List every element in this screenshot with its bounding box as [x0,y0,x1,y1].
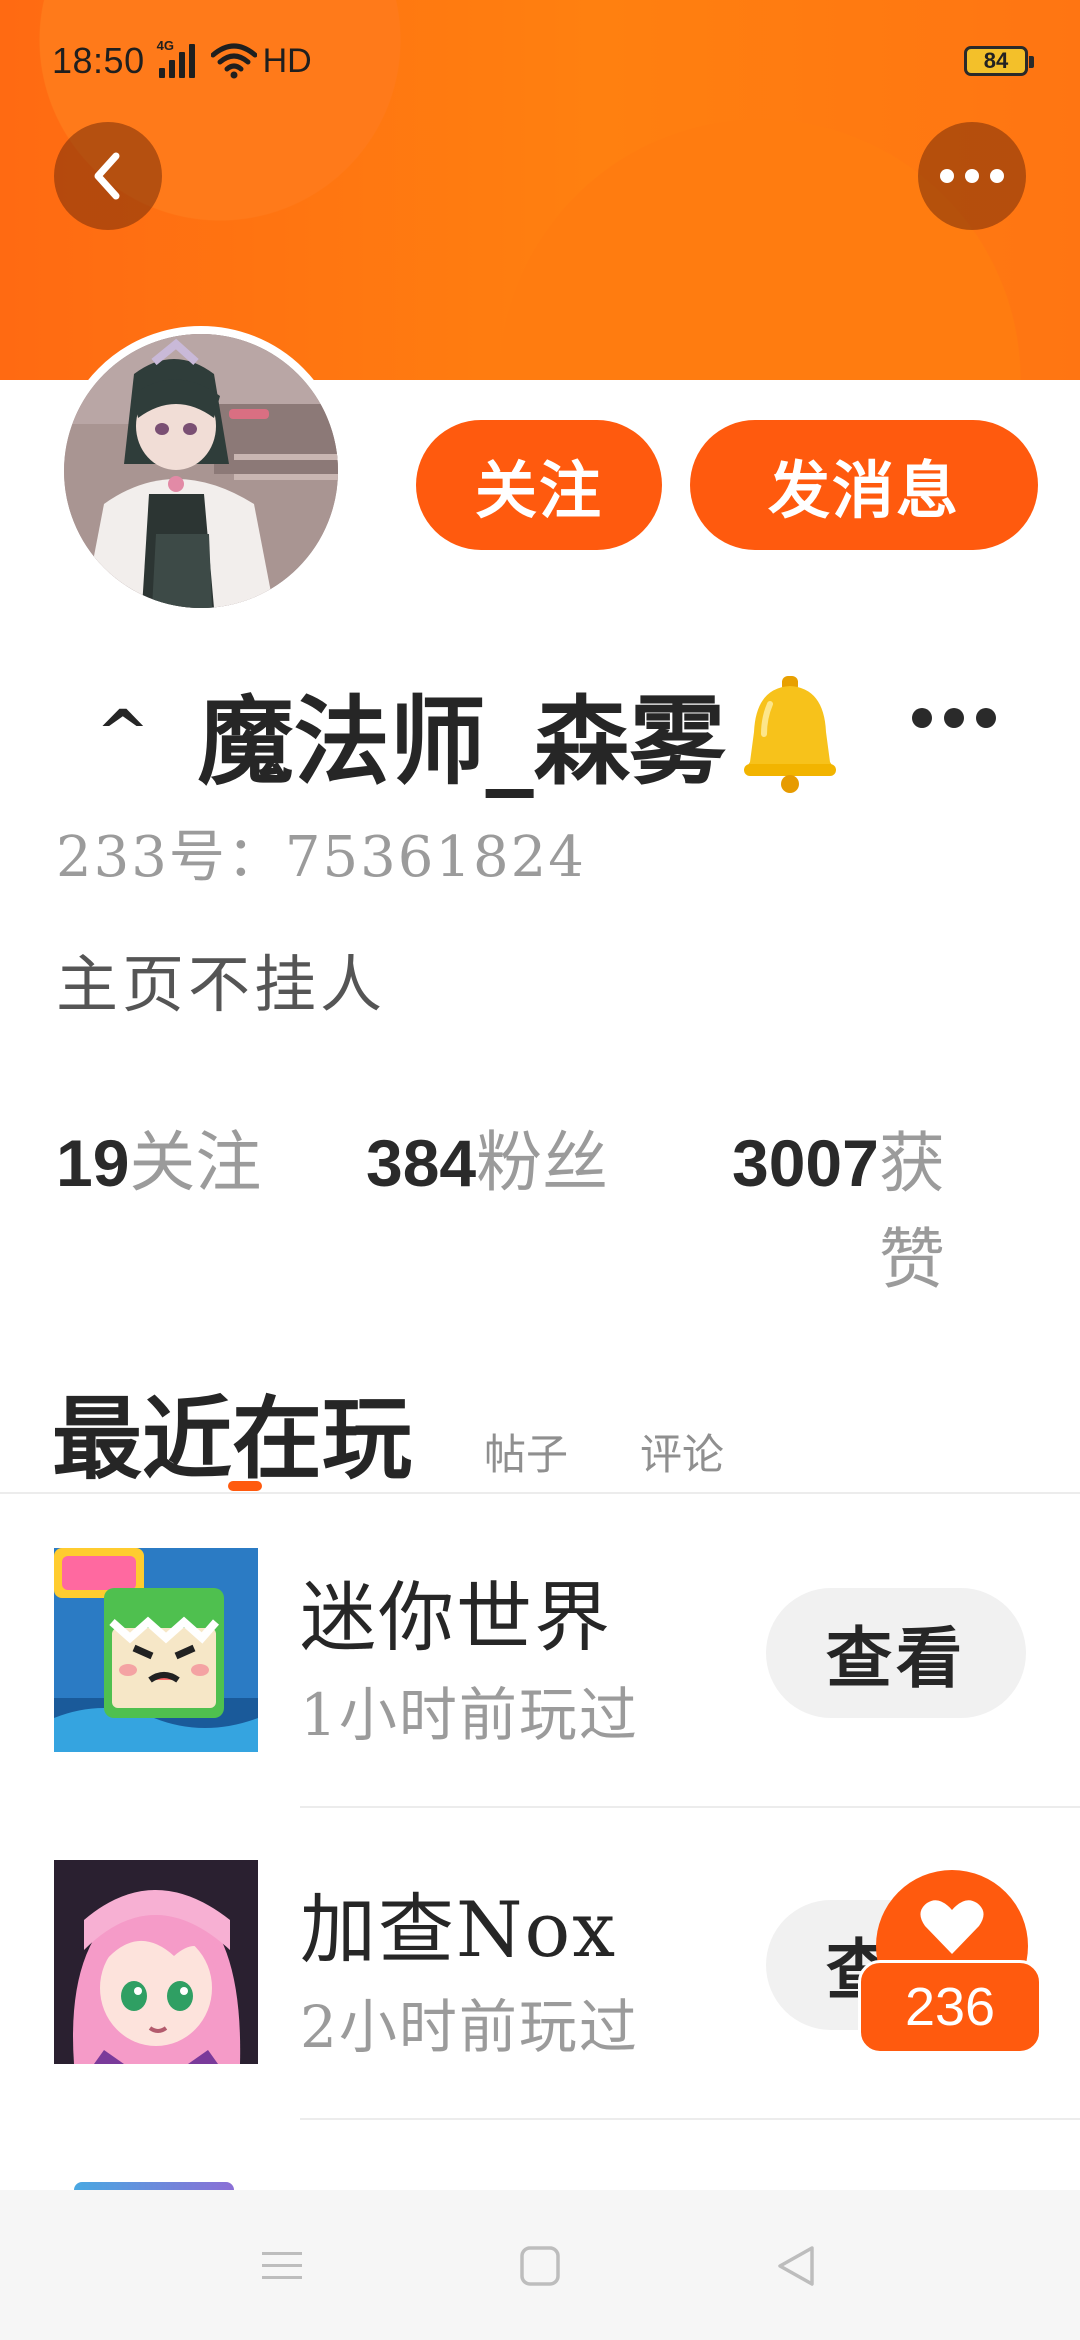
game-last-played: 2小时前玩过 [300,1993,639,2061]
row-divider [300,1806,1080,1808]
stat-followers-count: 384 [366,1126,477,1200]
nav-back-button[interactable] [764,2234,828,2298]
hd-indicator: HD [262,41,312,80]
status-time: 18:50 [52,40,145,81]
stat-followers[interactable]: 384 粉丝 [366,1124,609,1201]
name-prefix: ^ [96,696,150,771]
wifi-icon [210,43,257,79]
row-divider [300,2118,1080,2120]
view-game-button[interactable]: 查看 [766,1588,1026,1718]
stat-followers-label: 粉丝 [476,1124,609,1201]
tab-comments[interactable]: 评论 [640,1421,724,1482]
send-message-button[interactable]: 发消息 [690,420,1038,550]
status-bar: 18:50 4G HD [52,36,312,86]
stat-likes-count: 3007 [732,1126,879,1200]
signal-icon: 4G [157,38,195,78]
battery-level: 84 [983,48,1009,73]
chevron-left-icon [94,152,120,200]
battery-icon: 84 [964,46,1034,76]
tab-recently-played[interactable]: 最近在玩 [52,1366,412,1496]
stat-following[interactable]: 19 关注 [56,1124,262,1201]
like-count-badge: 236 [858,1960,1042,2054]
active-tab-indicator [228,1481,262,1491]
user-avatar[interactable] [56,326,346,616]
game-last-played: 1小时前玩过 [300,1681,639,1749]
network-type: 4G [156,38,174,53]
game-name: 加查Nox [300,1885,618,1974]
stat-following-count: 19 [56,1126,130,1200]
account-id: 233号：75361824 [56,812,586,893]
back-button[interactable] [54,122,162,230]
nav-recent-apps-button[interactable] [250,2234,314,2298]
game-thumbnail [54,1548,258,1752]
list-item[interactable]: 迷你世界 1小时前玩过 查看 [0,1548,1080,1858]
profile-tabs: 最近在玩 帖子 评论 [52,1366,724,1496]
user-bio: 主页不挂人 [56,948,387,1021]
heart-icon [920,1900,984,1954]
game-name: 迷你世界 [300,1573,612,1662]
username-text: 魔法师_森雾 [197,685,726,798]
square-home-icon [520,2246,560,2286]
account-id-value: 75361824 [284,825,586,890]
triangle-back-icon [778,2246,814,2286]
stat-likes-label: 获赞 [878,1125,945,1298]
bell-emoji-icon [743,675,836,793]
stat-following-label: 关注 [129,1124,262,1201]
stat-likes[interactable]: 3007 获赞 [732,1125,959,1308]
more-options-button[interactable] [918,122,1026,230]
tab-posts[interactable]: 帖子 [484,1421,568,1482]
system-navigation-bar [0,2190,1080,2340]
more-horizontal-icon [940,169,1004,183]
game-thumbnail [54,1860,258,2064]
username: ^ 魔法师_森雾 [96,664,850,803]
avatar-illustration [64,334,338,608]
username-overflow-ellipsis [912,708,996,728]
menu-icon [262,2252,302,2279]
nav-home-button[interactable] [508,2234,572,2298]
tabs-divider [0,1492,1080,1494]
follow-button[interactable]: 关注 [416,420,662,550]
account-id-label: 233号： [56,825,285,890]
